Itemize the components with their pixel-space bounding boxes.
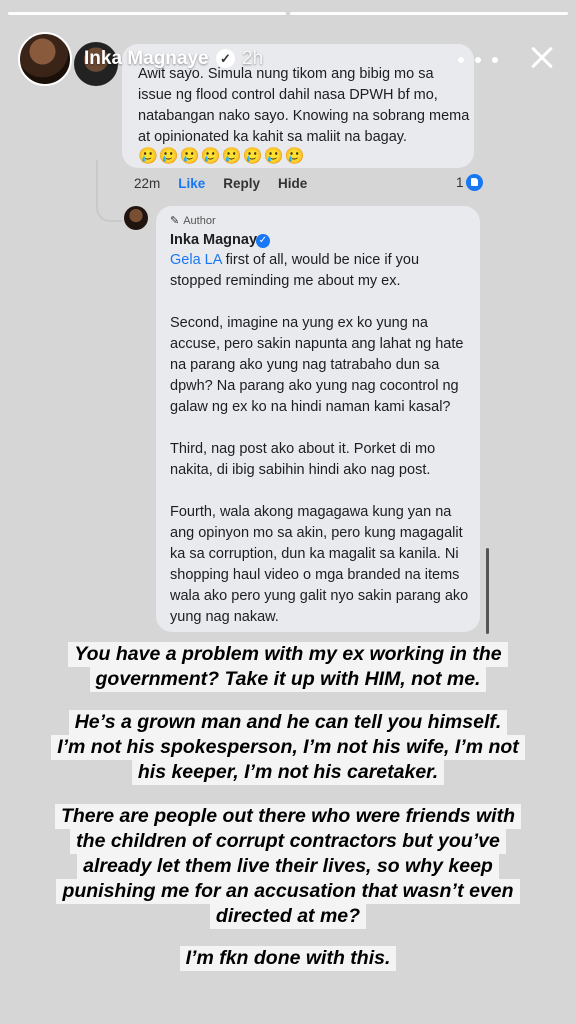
verified-badge-icon: ✓ (256, 234, 270, 248)
author-badge: ✎ Author (170, 214, 216, 228)
caption-line: punishing me for an accusation that wasn… (56, 879, 520, 904)
caption-line: There are people out there who were frie… (54, 804, 521, 829)
close-icon[interactable] (524, 40, 560, 76)
like-button[interactable]: Like (178, 176, 205, 191)
caption-block: I’m fkn done with this. (0, 946, 576, 971)
story-viewer[interactable]: Awit sayo. Simula nung tikom ang bibig m… (0, 0, 576, 1024)
screenshot-scrollbar (486, 548, 489, 634)
caption-block: He’s a grown man and he can tell you him… (0, 710, 576, 785)
reply-paragraph: Second, imagine na yung ex ko yung na ac… (170, 315, 464, 415)
mention-link[interactable]: Gela LA (170, 252, 222, 268)
like-count-number: 1 (456, 175, 464, 190)
reply-thread-line (96, 160, 122, 222)
reply-body: Gela LA first of all, would be nice if y… (170, 250, 472, 649)
like-thumb-icon (465, 174, 483, 191)
caption-line: directed at me? (209, 904, 367, 929)
caption-line: government? Take it up with HIM, not me. (89, 667, 487, 692)
reply-paragraph: Fourth, wala akong magagawa kung yan na … (170, 504, 469, 625)
reply-author-name[interactable]: Inka Magnaye (170, 232, 265, 248)
comment-actions: 22m Like Reply Hide (134, 176, 307, 191)
reply-bubble: ✎ Author Inka Magnaye ✓ Gela LA first of… (156, 206, 480, 632)
more-dot (458, 57, 464, 63)
comment-time: 22m (134, 176, 161, 191)
caption-line: He’s a grown man and he can tell you him… (68, 710, 508, 735)
pen-icon: ✎ (170, 215, 180, 227)
verified-badge-icon: ✓ (216, 49, 235, 68)
caption-block: You have a problem with my ex working in… (0, 642, 576, 692)
story-header: Inka Magnaye ✓ 2h (0, 30, 576, 90)
story-username[interactable]: Inka Magnaye (84, 48, 209, 70)
story-time: 2h (242, 48, 264, 69)
more-options-icon[interactable] (458, 52, 498, 68)
progress-segment (8, 12, 286, 15)
more-dot (492, 57, 498, 63)
caption-line: You have a problem with my ex working in… (68, 642, 508, 667)
story-progress-bar (8, 12, 568, 15)
reply-paragraph: Third, nag post ako about it. Porket di … (170, 441, 436, 478)
more-dot (475, 57, 481, 63)
comment-emojis: 🥲🥲🥲🥲🥲🥲🥲🥲 (138, 148, 306, 165)
reply-avatar[interactable] (124, 206, 148, 230)
caption-line: I’m fkn done with this. (179, 946, 397, 971)
reply-paragraph: Gela LA first of all, would be nice if y… (170, 250, 472, 292)
like-count: 1 (456, 174, 483, 191)
caption-line: I’m not his spokesperson, I’m not his wi… (51, 735, 525, 760)
caption-line: already let them live their lives, so wh… (77, 854, 499, 879)
caption-line: his keeper, I’m not his caretaker. (131, 760, 445, 785)
caption-block: There are people out there who were frie… (0, 804, 576, 929)
profile-avatar[interactable] (18, 32, 72, 86)
hide-button[interactable]: Hide (278, 176, 307, 191)
reply-button[interactable]: Reply (223, 176, 260, 191)
caption-line: the children of corrupt contractors but … (70, 829, 506, 854)
author-badge-label: Author (183, 214, 216, 227)
progress-segment (290, 12, 568, 15)
